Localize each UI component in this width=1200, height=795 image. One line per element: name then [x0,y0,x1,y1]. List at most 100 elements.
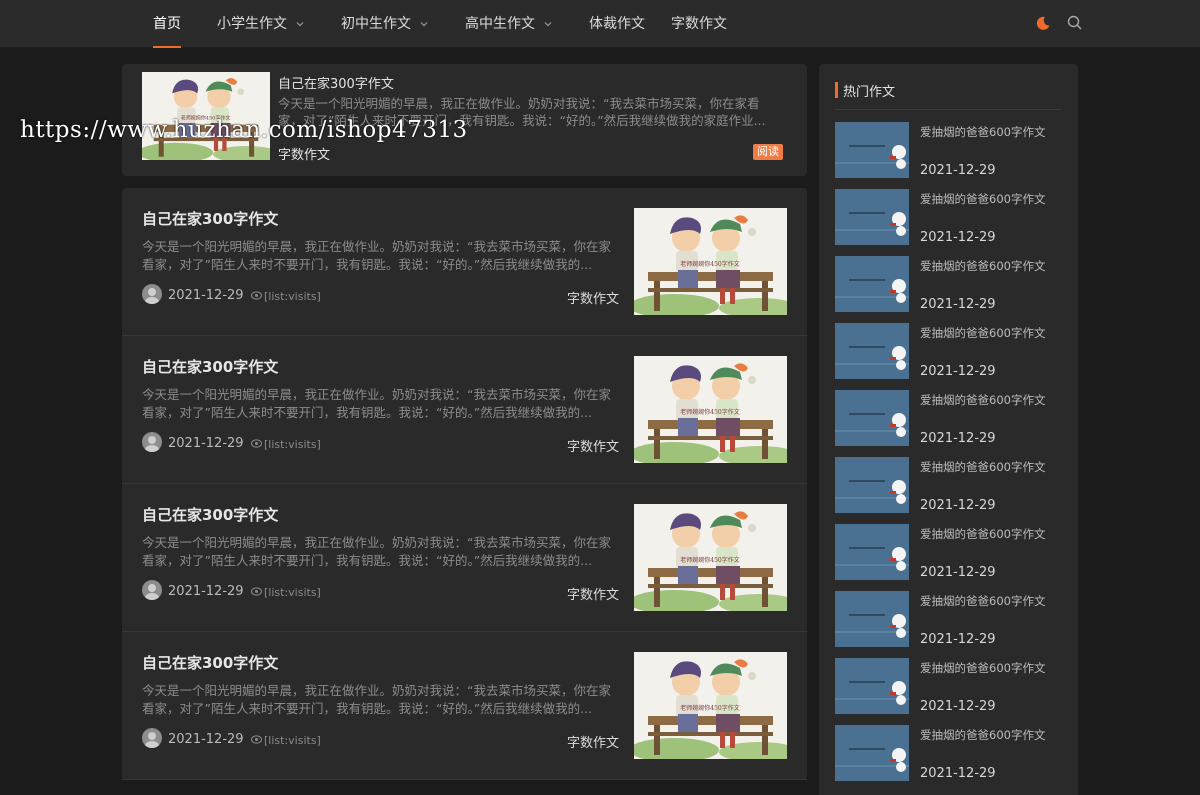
hot-date: 2021-12-29 [920,766,996,781]
sidebar-item[interactable]: 爱抽烟的爸爸600字作文 2021-12-29 [835,256,1065,312]
post-date: 2021-12-29 [168,732,244,747]
sidebar-item[interactable]: 爱抽烟的爸爸600字作文 2021-12-29 [835,323,1065,379]
list-item[interactable]: 自己在家300字作文 今天是一个阳光明媚的早晨，我正在做作业。奶奶对我说：“我去… [122,188,807,336]
post-thumbnail[interactable] [634,504,787,611]
avatar [142,284,162,304]
list-item[interactable]: 自己在家300字作文 今天是一个阳光明媚的早晨，我正在做作业。奶奶对我说：“我去… [122,632,807,780]
sidebar-item[interactable]: 爱抽烟的爸爸600字作文 2021-12-29 [835,390,1065,446]
eye-icon [251,439,262,448]
sidebar-accent-bar [835,82,838,98]
chevron-down-icon [420,22,428,27]
hot-title[interactable]: 爱抽烟的爸爸600字作文 [920,124,1045,140]
post-thumbnail[interactable] [634,356,787,463]
hot-title[interactable]: 爱抽烟的爸爸600字作文 [920,593,1045,609]
hot-thumbnail[interactable] [835,189,909,245]
post-visits: [list:visits] [264,586,321,599]
hot-date: 2021-12-29 [920,565,996,580]
sidebar-item[interactable]: 爱抽烟的爸爸600字作文 2021-12-29 [835,457,1065,513]
nav-item-junior[interactable]: 初中生作文 [328,0,442,48]
featured-title[interactable]: 自己在家300字作文 [278,73,394,92]
hot-title[interactable]: 爱抽烟的爸爸600字作文 [920,660,1045,676]
post-date: 2021-12-29 [168,584,244,599]
avatar [142,432,162,452]
sidebar-item[interactable]: 爱抽烟的爸爸600字作文 2021-12-29 [835,122,1065,178]
sidebar-hot-essays: 热门作文 爱抽烟的爸爸600字作文 2021-12-29 爱抽烟的爸爸600字作… [819,64,1078,795]
nav-item-primary[interactable]: 小学生作文 [204,0,318,48]
nav-item-home[interactable]: 首页 [140,0,194,48]
list-item[interactable]: 自己在家300字作文 今天是一个阳光明媚的早晨，我正在做作业。奶奶对我说：“我去… [122,484,807,632]
hot-thumbnail[interactable] [835,658,909,714]
hot-date: 2021-12-29 [920,431,996,446]
nav-label: 体裁作文 [589,16,645,32]
sidebar-item[interactable]: 爱抽烟的爸爸600字作文 2021-12-29 [835,725,1065,781]
post-title[interactable]: 自己在家300字作文 [142,504,278,525]
post-excerpt: 今天是一个阳光明媚的早晨，我正在做作业。奶奶对我说：“我去菜市场买菜，你在家看家… [142,387,611,420]
eye-icon [251,587,262,596]
hot-date: 2021-12-29 [920,632,996,647]
post-visits: [list:visits] [264,734,321,747]
nav-label: 初中生作文 [341,16,411,32]
hot-date: 2021-12-29 [920,699,996,714]
hot-title[interactable]: 爱抽烟的爸爸600字作文 [920,459,1045,475]
search-icon[interactable] [1066,14,1084,32]
sidebar-item[interactable]: 爱抽烟的爸爸600字作文 2021-12-29 [835,658,1065,714]
hot-thumbnail[interactable] [835,122,909,178]
eye-icon [251,291,262,300]
hot-date: 2021-12-29 [920,230,996,245]
post-title[interactable]: 自己在家300字作文 [142,652,278,673]
post-thumbnail[interactable] [634,208,787,315]
moon-icon[interactable] [1034,14,1052,32]
avatar [142,580,162,600]
hot-thumbnail[interactable] [835,390,909,446]
post-thumbnail[interactable] [634,652,787,759]
hot-thumbnail[interactable] [835,524,909,580]
post-title[interactable]: 自己在家300字作文 [142,356,278,377]
hot-thumbnail[interactable] [835,591,909,647]
post-category[interactable]: 字数作文 [567,288,619,307]
hot-title[interactable]: 爱抽烟的爸爸600字作文 [920,258,1045,274]
hot-thumbnail[interactable] [835,323,909,379]
post-visits: [list:visits] [264,290,321,303]
hot-title[interactable]: 爱抽烟的爸爸600字作文 [920,526,1045,542]
eye-icon [251,735,262,744]
post-title[interactable]: 自己在家300字作文 [142,208,278,229]
sidebar-item[interactable]: 爱抽烟的爸爸600字作文 2021-12-29 [835,524,1065,580]
post-date: 2021-12-29 [168,288,244,303]
sidebar-header: 热门作文 [835,80,1061,110]
hot-title[interactable]: 爱抽烟的爸爸600字作文 [920,191,1045,207]
chevron-down-icon [296,22,304,27]
sidebar-item[interactable]: 爱抽烟的爸爸600字作文 2021-12-29 [835,591,1065,647]
nav-item-genre[interactable]: 体裁作文 [576,0,658,48]
post-category[interactable]: 字数作文 [567,436,619,455]
featured-category[interactable]: 字数作文 [278,144,330,163]
sidebar-title: 热门作文 [843,85,896,100]
post-category[interactable]: 字数作文 [567,584,619,603]
nav-label: 小学生作文 [217,16,287,32]
nav-item-wordcount[interactable]: 字数作文 [658,0,740,48]
hot-date: 2021-12-29 [920,297,996,312]
top-navbar: 首页 小学生作文 初中生作文 高中生作文 体裁作文 字数作文 [0,0,1200,48]
chevron-down-icon [544,22,552,27]
nav-label: 首页 [153,16,181,32]
hot-date: 2021-12-29 [920,498,996,513]
hot-title[interactable]: 爱抽烟的爸爸600字作文 [920,392,1045,408]
hot-thumbnail[interactable] [835,256,909,312]
hot-thumbnail[interactable] [835,725,909,781]
main-content: 自己在家300字作文 今天是一个阳光明媚的早晨，我正在做作业。奶奶对我说：“我去… [122,64,807,780]
avatar [142,728,162,748]
hot-thumbnail[interactable] [835,457,909,513]
nav-item-senior[interactable]: 高中生作文 [452,0,566,48]
post-visits: [list:visits] [264,438,321,451]
hot-title[interactable]: 爱抽烟的爸爸600字作文 [920,727,1045,743]
sidebar-item[interactable]: 爱抽烟的爸爸600字作文 2021-12-29 [835,189,1065,245]
nav-tools [1034,14,1084,32]
nav-label: 高中生作文 [465,16,535,32]
list-item[interactable]: 自己在家300字作文 今天是一个阳光明媚的早晨，我正在做作业。奶奶对我说：“我去… [122,336,807,484]
nav-label: 字数作文 [671,16,727,32]
main-nav: 首页 小学生作文 初中生作文 高中生作文 体裁作文 字数作文 [140,0,740,48]
read-badge[interactable]: 阅读 [753,144,783,160]
post-excerpt: 今天是一个阳光明媚的早晨，我正在做作业。奶奶对我说：“我去菜市场买菜，你在家看家… [142,683,611,716]
hot-title[interactable]: 爱抽烟的爸爸600字作文 [920,325,1045,341]
post-thumbnail[interactable] [142,72,270,160]
post-category[interactable]: 字数作文 [567,732,619,751]
